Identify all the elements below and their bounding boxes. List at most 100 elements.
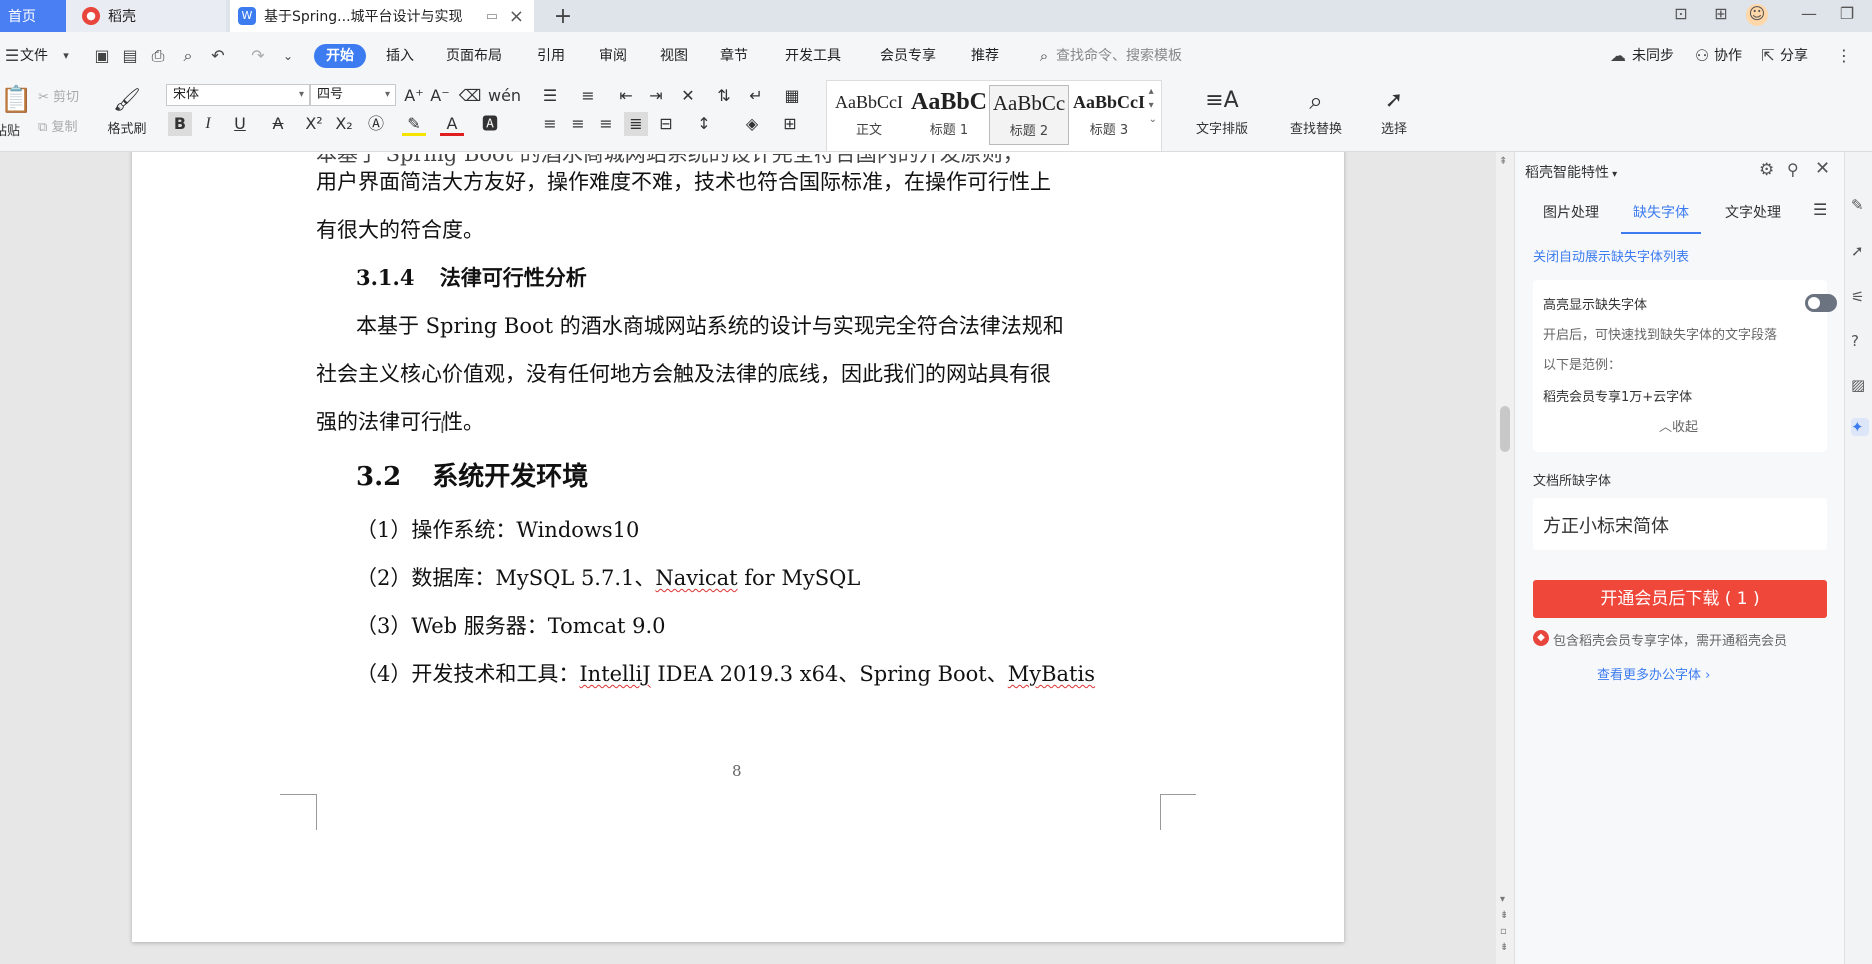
vertical-scrollbar[interactable]: ⇞ ▾ ⇟ ▫ ⇟ <box>1496 152 1514 964</box>
style-heading-1[interactable]: AaBbC 标题 1 <box>909 85 989 145</box>
doc-text-line[interactable]: 有很大的符合度。 <box>316 214 484 244</box>
table-icon[interactable]: ▦ <box>780 84 804 108</box>
tab-daoke[interactable]: ● 稻壳 <box>66 0 226 32</box>
style-heading-2[interactable]: AaBbCc 标题 2 <box>989 85 1069 145</box>
spellcheck-word[interactable]: MyBatis <box>1008 662 1095 686</box>
menu-page-layout[interactable]: 页面布局 <box>446 44 502 68</box>
share-icon[interactable]: ⇱ <box>1756 44 1780 68</box>
font-color-icon[interactable]: A <box>440 112 464 136</box>
help-icon[interactable]: ? <box>1851 332 1869 350</box>
close-tab-icon[interactable]: × <box>509 6 524 27</box>
spellcheck-word[interactable]: Navicat <box>655 566 737 590</box>
style-normal[interactable]: AaBbCcI 正文 <box>829 85 909 145</box>
tab-pin-icon[interactable]: ▭ <box>486 9 498 24</box>
list-item[interactable]: （2）数据库：MySQL 5.7.1、Navicat for MySQL <box>356 562 860 592</box>
highlight-toggle[interactable] <box>1805 294 1837 312</box>
redo-icon[interactable]: ↷ <box>246 44 270 68</box>
align-left-icon[interactable]: ≡ <box>538 112 562 136</box>
cursor-arrow-icon[interactable]: ➚ <box>1851 242 1869 260</box>
align-center-icon[interactable]: ≡ <box>566 112 590 136</box>
find-replace-button[interactable]: ⌕ 查找替换 <box>1280 84 1352 137</box>
undo-icon[interactable]: ↶ <box>206 44 230 68</box>
format-painter-button[interactable]: 🖌 格式刷 <box>104 84 150 144</box>
customize-toolbar-icon[interactable]: ⌄ <box>276 44 300 68</box>
menu-chapter[interactable]: 章节 <box>720 44 748 68</box>
new-tab-button[interactable]: + <box>548 0 578 32</box>
style-gallery-scroll-icon[interactable]: ▴ ▾ ⌄ <box>1149 85 1157 127</box>
search-icon[interactable]: ⌕ <box>1032 44 1056 68</box>
bold-icon[interactable]: B <box>168 112 192 136</box>
close-auto-list-link[interactable]: 关闭自动展示缺失字体列表 <box>1533 246 1689 265</box>
pin-icon[interactable]: ⚲ <box>1787 160 1799 179</box>
doc-text-line[interactable]: 社会主义核心价值观，没有任何地方会触及法律的底线，因此我们的网站具有很 <box>316 358 1051 388</box>
pen-icon[interactable]: ✎ <box>1851 196 1869 214</box>
decrease-indent-icon[interactable]: ⇤ <box>614 84 638 108</box>
highlight-icon[interactable]: ✎ <box>402 112 426 136</box>
panel-title[interactable]: 稻壳智能特性 ▾ <box>1525 162 1617 182</box>
menu-devtools[interactable]: 开发工具 <box>785 44 841 68</box>
list-item[interactable]: （3）Web 服务器：Tomcat 9.0 <box>356 610 666 640</box>
shading-icon[interactable]: ◈ <box>740 112 764 136</box>
menu-member[interactable]: 会员专享 <box>880 44 936 68</box>
collapse-button[interactable]: ︿收起 <box>1659 416 1698 435</box>
sort-icon[interactable]: ⇅ <box>712 84 736 108</box>
cloud-sync-icon[interactable]: ☁ <box>1606 44 1630 68</box>
clear-format-icon[interactable]: ⌫ <box>458 84 482 108</box>
settings-gear-icon[interactable]: ⚙ <box>1759 160 1774 180</box>
font-name-select[interactable]: 宋体 ▾ <box>166 84 310 106</box>
spellcheck-word[interactable]: IntelliJ <box>579 662 650 686</box>
subscript-icon[interactable]: X₂ <box>332 112 356 136</box>
tab-image-processing[interactable]: 图片处理 <box>1543 202 1599 222</box>
collaborate-icon[interactable]: ⚇ <box>1690 44 1714 68</box>
save-icon[interactable]: ▣ <box>90 44 114 68</box>
collaborate-button[interactable]: 协作 <box>1714 44 1742 68</box>
strikethrough-icon[interactable]: A <box>266 112 290 136</box>
menu-reference[interactable]: 引用 <box>537 44 565 68</box>
window-layout-icon[interactable]: ⊡ <box>1668 4 1694 26</box>
align-right-icon[interactable]: ≡ <box>594 112 618 136</box>
menu-insert[interactable]: 插入 <box>386 44 414 68</box>
scroll-top-icon[interactable]: ⇞ <box>1499 156 1507 167</box>
more-fonts-link[interactable]: 查看更多办公字体 › <box>1597 664 1710 683</box>
scrollbar-thumb[interactable] <box>1500 406 1510 452</box>
tab-document[interactable]: W 基于Spring...城平台设计与实现 ▭ × <box>230 0 534 32</box>
tab-home[interactable]: 首页 <box>0 0 66 32</box>
export-pdf-icon[interactable]: ▤ <box>118 44 142 68</box>
distributed-icon[interactable]: ⊟ <box>654 112 678 136</box>
scroll-down-icon[interactable]: ▾ ⇟ ▫ ⇟ <box>1500 892 1508 956</box>
command-search-input[interactable]: 查找命令、搜索模板 <box>1056 44 1182 68</box>
menu-file[interactable]: 文件 <box>20 44 48 68</box>
restore-icon[interactable]: ❐ <box>1834 4 1860 26</box>
download-font-button[interactable]: 开通会员后下载 ( 1 ) <box>1533 580 1827 618</box>
char-border-icon[interactable]: 🅰 <box>478 112 502 136</box>
phonetic-guide-icon[interactable]: wén <box>488 84 521 108</box>
doc-text-line[interactable]: 本基于 Spring Boot 的酒水商城网站系统的设计与实现完全符合法律法规和 <box>356 310 1064 340</box>
copy-button[interactable]: ⧉ 复制 <box>38 116 98 138</box>
menu-review[interactable]: 审阅 <box>599 44 627 68</box>
justify-icon[interactable]: ≣ <box>624 112 648 136</box>
image-tool-icon[interactable]: ▨ <box>1851 376 1869 394</box>
italic-icon[interactable]: I <box>196 112 220 136</box>
tab-text-processing[interactable]: 文字处理 <box>1725 202 1781 222</box>
grid-apps-icon[interactable]: ⊞ <box>1708 4 1734 26</box>
heading-3-2[interactable]: 3.2 系统开发环境 <box>356 456 588 493</box>
missing-font-item[interactable]: 方正小标宋简体 <box>1533 498 1827 550</box>
paste-button[interactable]: 📋 粘贴 <box>0 84 32 144</box>
list-item[interactable]: （4）开发技术和工具：IntelliJ IDEA 2019.3 x64、Spri… <box>356 658 1095 688</box>
print-preview-icon[interactable]: ⌕ <box>176 44 200 68</box>
cut-button[interactable]: ✂ 剪切 <box>38 86 98 108</box>
minimize-icon[interactable]: — <box>1796 4 1822 26</box>
heading-3-1-4[interactable]: 3.1.4 法律可行性分析 <box>356 262 587 292</box>
menu-recommend[interactable]: 推荐 <box>971 44 999 68</box>
tab-missing-font[interactable]: 缺失字体 <box>1633 202 1689 222</box>
text-effect-icon[interactable]: Ⓐ <box>364 112 388 136</box>
menu-view[interactable]: 视图 <box>660 44 688 68</box>
style-heading-3[interactable]: AaBbCcI 标题 3 <box>1069 85 1149 145</box>
panel-menu-icon[interactable]: ☰ <box>1813 200 1827 219</box>
font-size-select[interactable]: 四号 ▾ <box>310 84 396 106</box>
increase-font-icon[interactable]: A⁺ <box>402 84 426 108</box>
doc-text-line[interactable]: 强的法律可行性。 <box>316 406 484 436</box>
print-icon[interactable]: ⎙ <box>146 44 170 68</box>
avatar[interactable]: ☺ <box>1746 4 1768 26</box>
chinese-layout-icon[interactable]: ✕ <box>676 84 700 108</box>
